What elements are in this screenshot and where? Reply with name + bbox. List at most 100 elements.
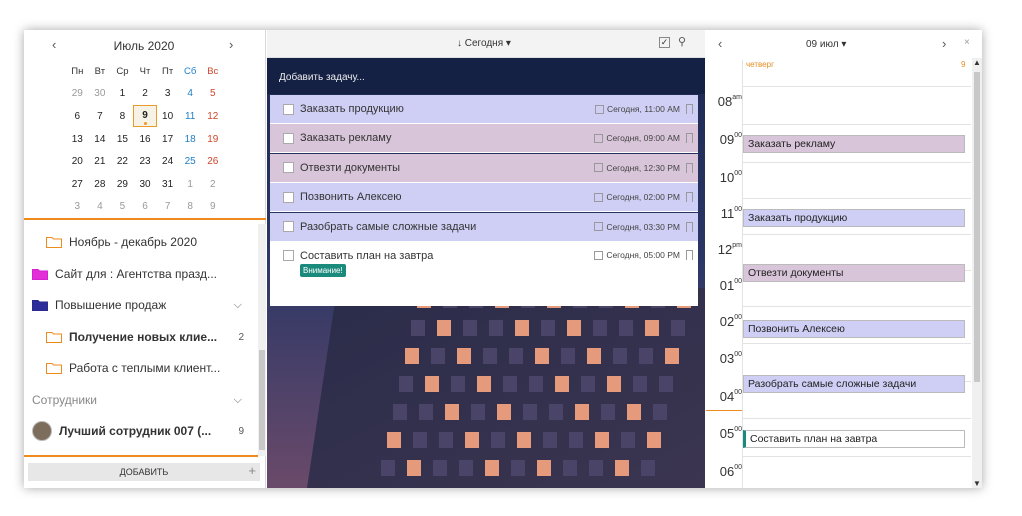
calendar-day[interactable]: 13 (66, 134, 89, 145)
scroll-up-icon[interactable]: ▲ (973, 58, 981, 67)
employee-item[interactable]: Лучший сотрудник 007 (... 9 (24, 415, 256, 447)
calendar-day[interactable]: 15 (111, 134, 134, 145)
calendar-day[interactable]: 30 (89, 88, 112, 99)
task-row[interactable]: Позвонить Алексею Сегодня, 02:00 PM (270, 183, 698, 213)
section-header-employees[interactable]: Сотрудники ⌵ (24, 384, 256, 416)
calendar-day[interactable]: 9 (201, 201, 224, 212)
task-row[interactable]: Отвезти документы Сегодня, 12:30 PM (270, 153, 698, 183)
calendar-day[interactable]: 30 (134, 179, 157, 190)
calendar-day[interactable]: 12 (201, 111, 224, 122)
bookmark-icon[interactable] (686, 162, 693, 173)
task-checkbox[interactable] (283, 103, 294, 115)
calendar-day[interactable]: 7 (156, 201, 179, 212)
project-item[interactable]: Сайт для : Агентства празд... (24, 258, 256, 290)
building-window (515, 320, 529, 336)
attention-tag: Внимание! (300, 264, 346, 277)
task-checkbox[interactable] (283, 250, 294, 261)
task-checkbox[interactable] (283, 132, 294, 144)
plus-icon[interactable]: + (248, 462, 256, 480)
calendar-event[interactable]: Позвонить Алексею (743, 320, 965, 338)
calendar-day[interactable]: 19 (201, 134, 224, 145)
bookmark-icon[interactable] (686, 221, 693, 232)
calendar-day[interactable]: 16 (134, 134, 157, 145)
calendar-day[interactable]: 3 (156, 88, 179, 99)
calendar-day[interactable]: 10 (156, 111, 179, 122)
calendar-day[interactable]: 29 (111, 179, 134, 190)
calendar-day[interactable]: 23 (134, 156, 157, 167)
project-item[interactable]: Работа с теплыми клиент... (24, 352, 256, 384)
calendar-day[interactable]: 22 (111, 156, 134, 167)
calendar-day[interactable]: 6 (134, 201, 157, 212)
bookmark-icon[interactable] (686, 104, 693, 114)
calendar-prev-button[interactable]: ‹ (52, 37, 56, 52)
hour-line (742, 86, 971, 87)
task-checkbox[interactable] (283, 221, 294, 233)
chevron-down-icon[interactable]: ⌵ (234, 394, 242, 407)
calendar-day[interactable]: 29 (66, 88, 89, 99)
current-time-line (706, 410, 742, 411)
project-item[interactable]: Ноябрь - декабрь 2020 (24, 226, 256, 258)
calendar-day[interactable]: 20 (66, 156, 89, 167)
calendar-day[interactable]: 2 (134, 88, 157, 99)
add-project-button[interactable]: ДОБАВИТЬ + (28, 463, 260, 481)
project-item[interactable]: Получение новых клие... 2 (24, 321, 256, 353)
calendar-day[interactable]: 3 (66, 201, 89, 212)
calendar-day[interactable]: 8 (111, 111, 134, 122)
task-checkbox[interactable] (283, 162, 294, 174)
calendar-day[interactable]: 25 (179, 156, 202, 167)
chevron-down-icon[interactable]: ⌵ (234, 299, 242, 312)
calendar-event[interactable]: Заказать рекламу (743, 135, 965, 153)
close-icon[interactable]: × (964, 37, 970, 48)
search-icon[interactable]: ⚲ (678, 35, 686, 48)
calendar-day[interactable]: 4 (179, 88, 202, 99)
task-due: Сегодня, 09:00 AM (594, 133, 680, 143)
calendar-day[interactable]: 21 (89, 156, 112, 167)
day-next-button[interactable]: › (942, 36, 946, 51)
add-task-input[interactable]: Добавить задачу... (267, 58, 705, 94)
calendar-day[interactable]: 27 (66, 179, 89, 190)
calendar-month-title[interactable]: Июль 2020 (94, 39, 194, 53)
calendar-day[interactable]: 7 (89, 111, 112, 122)
calendar-event[interactable]: Составить план на завтра (743, 430, 965, 448)
calendar-day[interactable]: 28 (89, 179, 112, 190)
calendar-day[interactable]: 17 (156, 134, 179, 145)
calendar-day[interactable]: 1 (111, 88, 134, 99)
calendar-next-button[interactable]: › (229, 37, 233, 52)
calendar-event[interactable]: Заказать продукцию (743, 209, 965, 227)
building-window (537, 460, 551, 476)
calendar-day[interactable]: 31 (156, 179, 179, 190)
calendar-day[interactable]: 4 (89, 201, 112, 212)
checkmark-icon[interactable]: ✓ (659, 37, 670, 48)
calendar-day[interactable]: 1 (179, 179, 202, 190)
project-list-scrollbar[interactable] (258, 224, 266, 456)
building-window (535, 348, 549, 364)
building-window (615, 460, 629, 476)
task-checkbox[interactable] (283, 191, 294, 203)
day-view-scrollbar[interactable]: ▲ ▼ (972, 58, 982, 488)
task-row[interactable]: Заказать рекламу Сегодня, 09:00 AM (270, 124, 698, 154)
calendar-day[interactable]: 24 (156, 156, 179, 167)
calendar-day[interactable]: 18 (179, 134, 202, 145)
calendar-day[interactable]: 26 (201, 156, 224, 167)
bookmark-icon[interactable] (686, 133, 693, 144)
calendar-day[interactable]: 9 (132, 105, 158, 128)
hour-number: 12 (717, 242, 733, 257)
project-item[interactable]: Повышение продаж ⌵ (24, 289, 256, 321)
bookmark-icon[interactable] (686, 250, 693, 260)
calendar-day[interactable]: 11 (179, 111, 202, 122)
calendar-day[interactable]: 5 (111, 201, 134, 212)
calendar-day[interactable]: 5 (201, 88, 224, 99)
task-row[interactable]: Заказать продукцию Сегодня, 11:00 AM (270, 95, 698, 124)
calendar-day[interactable]: 2 (201, 179, 224, 190)
bookmark-icon[interactable] (686, 192, 693, 203)
calendar-day[interactable]: 6 (66, 111, 89, 122)
calendar-event[interactable]: Отвезти документы (743, 264, 965, 282)
calendar-event[interactable]: Разобрать самые сложные задачи (743, 375, 965, 393)
today-sort-dropdown[interactable]: ↓ Сегодня ▾ (457, 38, 511, 49)
day-prev-button[interactable]: ‹ (718, 36, 722, 51)
scroll-down-icon[interactable]: ▼ (973, 479, 981, 488)
task-row[interactable]: Разобрать самые сложные задачи Сегодня, 0… (270, 212, 698, 242)
day-date-dropdown[interactable]: 09 июл ▾ (806, 39, 846, 50)
calendar-day[interactable]: 8 (179, 201, 202, 212)
calendar-day[interactable]: 14 (89, 134, 112, 145)
